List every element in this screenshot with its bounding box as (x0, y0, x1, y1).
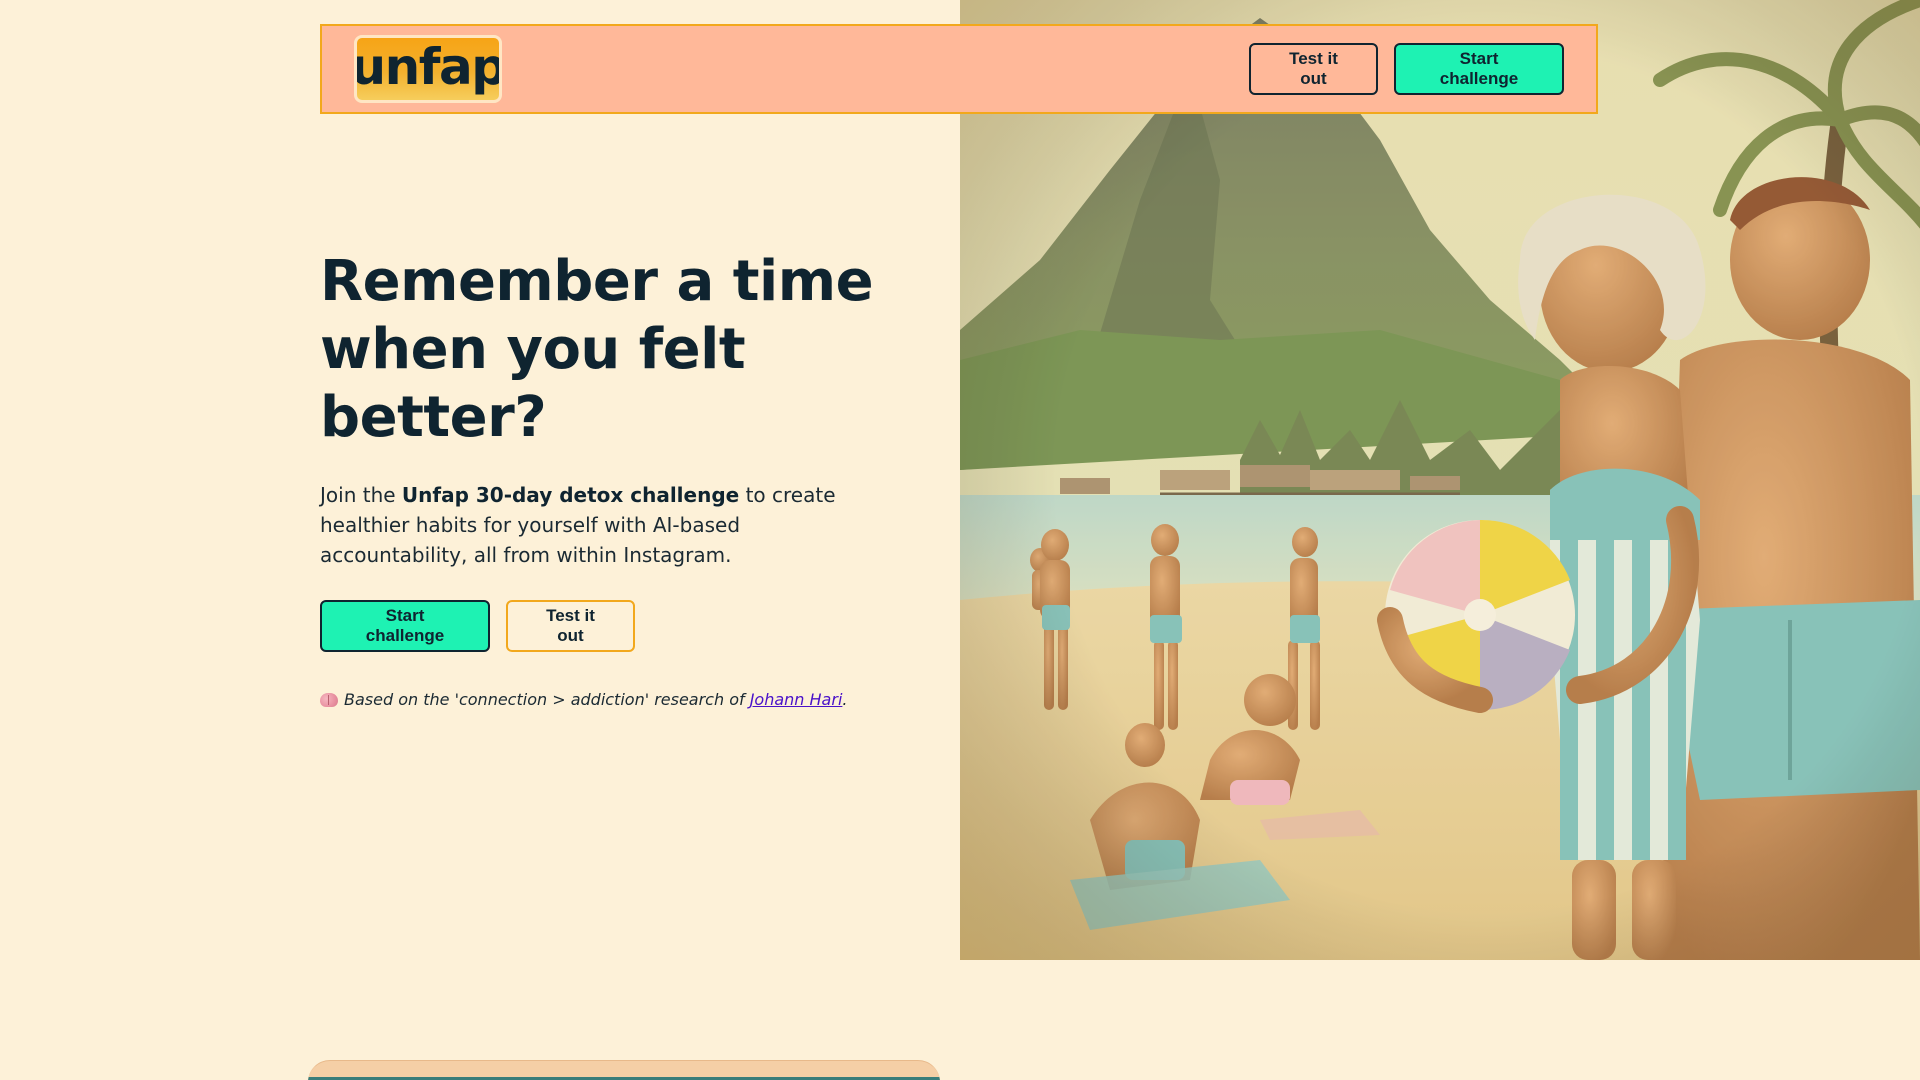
subtext-lead: Join the (320, 483, 402, 507)
research-suffix: . (842, 690, 848, 709)
hero-section: Remember a time when you felt better? Jo… (320, 248, 920, 709)
research-note: Based on the 'connection > addiction' re… (320, 690, 920, 709)
site-header: unfap Test it out Start challenge (320, 24, 1598, 114)
subtext-challenge-name: Unfap 30-day detox challenge (401, 483, 740, 507)
vintage-beach-illustration (960, 0, 1920, 960)
johann-hari-link[interactable]: Johann Hari (750, 690, 843, 709)
unfap-logo[interactable]: unfap (354, 35, 502, 103)
research-prefix: Based on the 'connection > addiction' re… (344, 690, 750, 709)
hero-illustration (960, 0, 1920, 960)
header-start-challenge-button[interactable]: Start challenge (1394, 43, 1564, 95)
hero-headline: Remember a time when you felt better? (320, 249, 874, 450)
research-text: Based on the 'connection > addiction' re… (344, 690, 847, 709)
brain-icon (320, 692, 338, 707)
next-section-card (308, 1060, 940, 1080)
header-actions: Test it out Start challenge (1249, 43, 1564, 95)
hero-start-challenge-button[interactable]: Start challenge (320, 600, 490, 652)
hero-actions: Start challenge Test it out (320, 600, 920, 652)
hero-test-it-out-button[interactable]: Test it out (506, 600, 635, 652)
logo-text: unfap (354, 38, 502, 96)
header-test-it-out-button[interactable]: Test it out (1249, 43, 1378, 95)
hero-subtext: Join the Unfap 30-day detox challenge to… (320, 480, 890, 570)
landing-page: unfap Test it out Start challenge Rememb… (0, 0, 1920, 1080)
